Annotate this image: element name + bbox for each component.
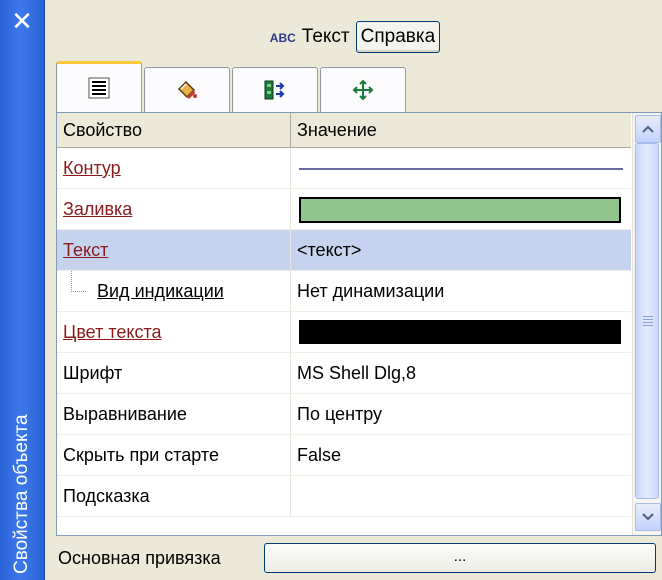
vertical-scrollbar[interactable] bbox=[632, 113, 661, 535]
tree-connector bbox=[71, 271, 86, 292]
value-fill[interactable] bbox=[291, 189, 631, 229]
row-alignment[interactable]: Выравнивание По центру bbox=[57, 394, 631, 435]
main-binding-button[interactable]: ... bbox=[264, 543, 656, 573]
row-text[interactable]: Текст <текст> bbox=[57, 230, 631, 271]
header: ABC Текст Справка bbox=[48, 0, 662, 62]
column-header-property[interactable]: Свойство bbox=[57, 113, 291, 147]
grid-header: Свойство Значение bbox=[57, 113, 631, 148]
row-fill[interactable]: Заливка bbox=[57, 189, 631, 230]
property-text-color[interactable]: Цвет текста bbox=[57, 312, 291, 352]
property-indication-type[interactable]: Вид индикации bbox=[57, 271, 291, 311]
property-indication-type-label: Вид индикации bbox=[97, 281, 224, 301]
property-grid: Свойство Значение Контур Заливка Текст <… bbox=[56, 112, 662, 536]
value-text-color[interactable] bbox=[291, 312, 631, 352]
grip-line bbox=[643, 319, 653, 320]
tab-binding[interactable] bbox=[232, 67, 318, 112]
row-font[interactable]: Шрифт MS Shell Dlg,8 bbox=[57, 353, 631, 394]
chevron-down-icon bbox=[642, 513, 654, 521]
property-hint[interactable]: Подсказка bbox=[57, 476, 291, 516]
property-rows: Контур Заливка Текст <текст> Вид индикац… bbox=[57, 148, 631, 517]
column-header-value[interactable]: Значение bbox=[291, 113, 631, 147]
tab-properties[interactable] bbox=[56, 61, 142, 112]
row-contour[interactable]: Контур bbox=[57, 148, 631, 189]
property-text[interactable]: Текст bbox=[57, 230, 291, 270]
list-lines-icon bbox=[88, 77, 110, 99]
window-title: Свойства объекта bbox=[11, 414, 32, 574]
row-text-color[interactable]: Цвет текста bbox=[57, 312, 631, 353]
grip-line bbox=[643, 322, 653, 323]
close-icon[interactable]: ✕ bbox=[6, 6, 38, 38]
tab-dynamics[interactable] bbox=[320, 67, 406, 112]
fill-color-swatch bbox=[299, 197, 621, 223]
value-indication-type[interactable]: Нет динамизации bbox=[291, 271, 631, 311]
value-hint[interactable] bbox=[291, 476, 631, 516]
value-font[interactable]: MS Shell Dlg,8 bbox=[291, 353, 631, 393]
contour-line-preview bbox=[299, 168, 623, 170]
scroll-up-button[interactable] bbox=[635, 115, 661, 143]
property-hide-on-start[interactable]: Скрыть при старте bbox=[57, 435, 291, 475]
footer: Основная привязка ... bbox=[56, 540, 660, 576]
row-indication-type[interactable]: Вид индикации Нет динамизации bbox=[57, 271, 631, 312]
grip-line bbox=[643, 316, 653, 317]
property-alignment[interactable]: Выравнивание bbox=[57, 394, 291, 434]
value-alignment[interactable]: По центру bbox=[291, 394, 631, 434]
property-fill[interactable]: Заливка bbox=[57, 189, 291, 229]
property-contour[interactable]: Контур bbox=[57, 148, 291, 188]
text-color-swatch bbox=[299, 320, 621, 344]
scroll-down-button[interactable] bbox=[635, 503, 661, 531]
grip-line bbox=[643, 325, 653, 326]
scroll-thumb[interactable] bbox=[635, 143, 659, 499]
move-arrows-icon bbox=[352, 79, 374, 101]
text-object-icon: ABC bbox=[269, 31, 296, 45]
object-type-title: Текст bbox=[301, 26, 350, 47]
property-font[interactable]: Шрифт bbox=[57, 353, 291, 393]
main-binding-label: Основная привязка bbox=[58, 547, 221, 568]
value-text[interactable]: <текст> bbox=[291, 230, 631, 270]
link-arrows-icon bbox=[264, 80, 285, 100]
chevron-up-icon bbox=[642, 125, 654, 133]
vertical-title-bar: ✕ Свойства объекта bbox=[0, 0, 45, 580]
tab-appearance[interactable] bbox=[144, 67, 230, 112]
value-contour[interactable] bbox=[291, 148, 631, 188]
tab-strip bbox=[56, 61, 408, 112]
properties-window: ✕ Свойства объекта ABC Текст Справка Сво… bbox=[0, 0, 662, 580]
row-hint[interactable]: Подсказка bbox=[57, 476, 631, 517]
value-hide-on-start[interactable]: False bbox=[291, 435, 631, 475]
help-button[interactable]: Справка bbox=[355, 21, 441, 53]
paint-bucket-icon bbox=[177, 80, 197, 99]
row-hide-on-start[interactable]: Скрыть при старте False bbox=[57, 435, 631, 476]
